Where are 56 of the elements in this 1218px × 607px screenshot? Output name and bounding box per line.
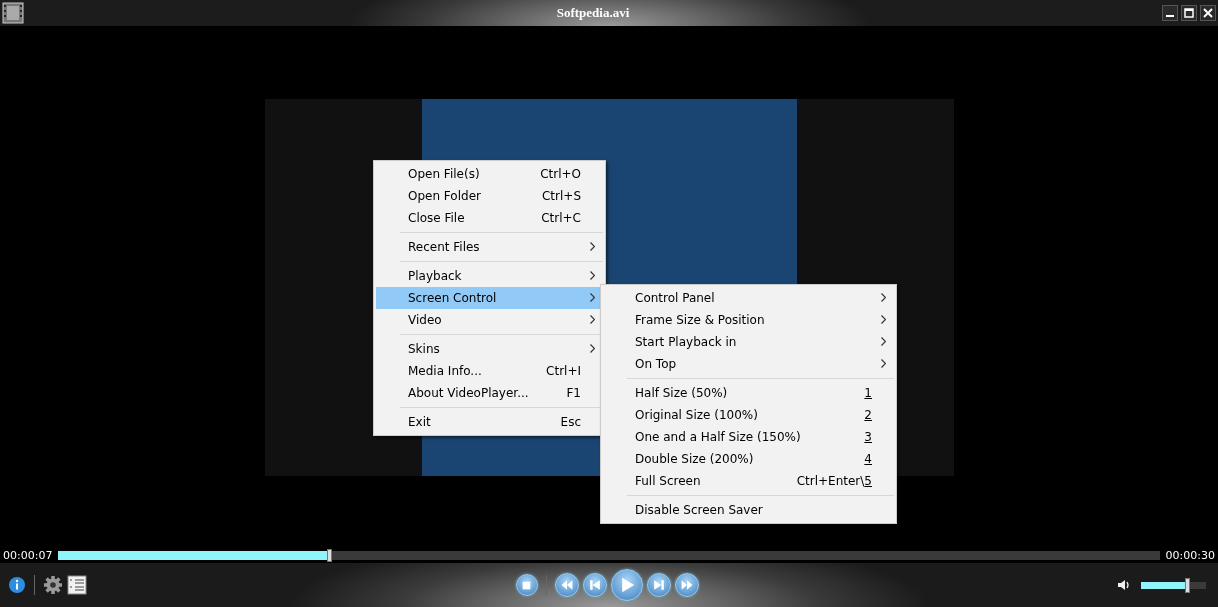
info-icon[interactable] bbox=[8, 576, 26, 594]
rewind-button[interactable] bbox=[554, 573, 579, 597]
chevron-right-icon bbox=[880, 315, 886, 324]
maximize-button[interactable] bbox=[1181, 5, 1197, 21]
menu-item[interactable]: Video bbox=[376, 309, 603, 331]
fast-forward-icon bbox=[680, 579, 693, 591]
close-button[interactable] bbox=[1200, 5, 1216, 21]
chevron-right-icon bbox=[880, 337, 886, 346]
previous-icon bbox=[588, 579, 601, 591]
menu-item[interactable]: Frame Size & Position bbox=[603, 309, 894, 331]
menu-item[interactable]: Full Screen Ctrl+Enter\5 bbox=[603, 470, 894, 492]
menu-item[interactable]: Half Size (50%) 1 bbox=[603, 382, 894, 404]
maximize-icon bbox=[1184, 8, 1194, 18]
menu-item[interactable]: Playback bbox=[376, 265, 603, 287]
stop-button[interactable] bbox=[515, 574, 538, 596]
previous-button[interactable] bbox=[582, 573, 607, 597]
minimize-icon bbox=[1166, 15, 1174, 17]
chevron-right-icon bbox=[589, 344, 595, 353]
menu-item[interactable]: Screen Control bbox=[376, 287, 603, 309]
stop-icon bbox=[521, 579, 532, 591]
menu-item[interactable]: On Top bbox=[603, 353, 894, 375]
next-icon bbox=[652, 579, 665, 591]
chevron-right-icon bbox=[589, 242, 595, 251]
menu-item[interactable]: Exit Esc bbox=[376, 411, 603, 433]
window-title: Softpedia.avi bbox=[555, 5, 631, 21]
seek-bar[interactable] bbox=[58, 549, 1160, 562]
chevron-right-icon bbox=[880, 359, 886, 368]
menu-item[interactable]: Original Size (100%) 2 bbox=[603, 404, 894, 426]
menu-item[interactable]: About VideoPlayer... F1 bbox=[376, 382, 603, 404]
menu-item[interactable]: One and a Half Size (150%) 3 bbox=[603, 426, 894, 448]
play-button[interactable] bbox=[610, 569, 643, 601]
fast-forward-button[interactable] bbox=[674, 573, 699, 597]
menu-item[interactable]: Open File(s) Ctrl+O bbox=[376, 163, 603, 185]
speaker-icon[interactable] bbox=[1117, 578, 1131, 592]
menu-item[interactable]: Skins bbox=[376, 338, 603, 360]
menu-item[interactable]: Disable Screen Saver bbox=[603, 499, 894, 521]
film-strip-icon bbox=[2, 2, 24, 24]
menu-item[interactable]: Media Info... Ctrl+I bbox=[376, 360, 603, 382]
menu-item[interactable]: Start Playback in bbox=[603, 331, 894, 353]
rewind-icon bbox=[560, 579, 573, 591]
menu-item[interactable]: Close File Ctrl+C bbox=[376, 207, 603, 229]
close-icon bbox=[1203, 8, 1213, 18]
menu-item[interactable]: Open Folder Ctrl+S bbox=[376, 185, 603, 207]
minimize-button[interactable] bbox=[1162, 5, 1178, 21]
chevron-right-icon bbox=[880, 293, 886, 302]
menu-item[interactable]: Control Panel bbox=[603, 287, 894, 309]
menu-item[interactable]: Recent Files bbox=[376, 236, 603, 258]
total-duration: 00:00:30 bbox=[1164, 549, 1216, 562]
elapsed-time: 00:00:07 bbox=[2, 549, 54, 562]
chevron-right-icon bbox=[589, 271, 595, 280]
chevron-right-icon bbox=[589, 293, 595, 302]
next-button[interactable] bbox=[646, 573, 671, 597]
menu-item[interactable]: Double Size (200%) 4 bbox=[603, 448, 894, 470]
playlist-icon[interactable] bbox=[67, 575, 87, 595]
chevron-right-icon bbox=[589, 315, 595, 324]
settings-icon[interactable] bbox=[43, 575, 63, 595]
